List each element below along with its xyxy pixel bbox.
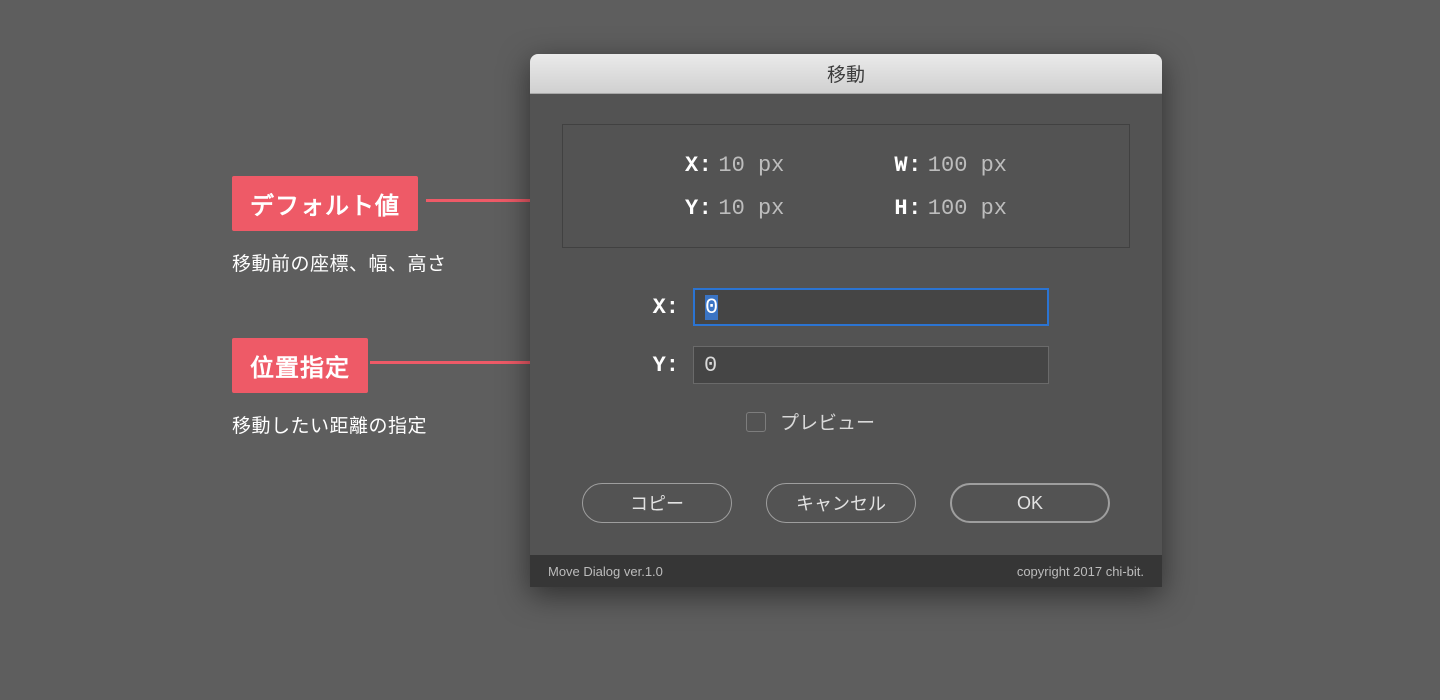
callout-tag: デフォルト値 (232, 176, 418, 231)
default-x-label: X: (685, 153, 712, 178)
default-x-row: X: 10 px (685, 153, 784, 178)
dialog-title: 移動 (827, 60, 865, 87)
dialog-body: X: 10 px Y: 10 px W: 100 px H: 100 px (530, 94, 1162, 555)
default-h-value: 100 px (928, 196, 1007, 221)
callout-desc: 移動前の座標、幅、高さ (232, 249, 447, 276)
copy-button-label: コピー (630, 490, 684, 516)
ok-button[interactable]: OK (950, 483, 1110, 523)
default-h-label: H: (894, 196, 921, 221)
input-y-label: Y: (643, 353, 679, 378)
position-inputs: X: Y: プレビュー (562, 288, 1130, 435)
ok-button-label: OK (1017, 493, 1043, 514)
default-values-box: X: 10 px Y: 10 px W: 100 px H: 100 px (562, 124, 1130, 248)
footer-copyright: copyright 2017 chi-bit. (1017, 564, 1144, 579)
default-y-row: Y: 10 px (685, 196, 784, 221)
cancel-button[interactable]: キャンセル (766, 483, 916, 523)
input-y-field[interactable] (693, 346, 1049, 384)
move-dialog: 移動 X: 10 px Y: 10 px W: 100 px H: (530, 54, 1162, 587)
input-y-row: Y: (643, 346, 1049, 384)
callout-tag: 位置指定 (232, 338, 368, 393)
footer-version: Move Dialog ver.1.0 (548, 564, 663, 579)
dialog-buttons: コピー キャンセル OK (562, 483, 1130, 523)
callout-position: 位置指定 移動したい距離の指定 (232, 338, 427, 438)
default-h-row: H: 100 px (894, 196, 1007, 221)
default-col-xy: X: 10 px Y: 10 px (685, 153, 784, 221)
input-x-row: X: (643, 288, 1049, 326)
default-w-row: W: 100 px (894, 153, 1007, 178)
dialog-titlebar[interactable]: 移動 (530, 54, 1162, 94)
callout-default-values: デフォルト値 移動前の座標、幅、高さ (232, 176, 447, 276)
default-y-value: 10 px (718, 196, 784, 221)
default-w-label: W: (894, 153, 921, 178)
input-x-label: X: (643, 295, 679, 320)
callout-desc: 移動したい距離の指定 (232, 411, 427, 438)
default-y-label: Y: (685, 196, 712, 221)
dialog-footer: Move Dialog ver.1.0 copyright 2017 chi-b… (530, 555, 1162, 587)
cancel-button-label: キャンセル (796, 490, 886, 516)
copy-button[interactable]: コピー (582, 483, 732, 523)
preview-checkbox[interactable] (746, 412, 766, 432)
preview-label: プレビュー (780, 408, 875, 435)
input-x-field[interactable] (693, 288, 1049, 326)
default-x-value: 10 px (718, 153, 784, 178)
default-col-wh: W: 100 px H: 100 px (894, 153, 1007, 221)
default-w-value: 100 px (928, 153, 1007, 178)
preview-row: プレビュー (614, 408, 875, 435)
